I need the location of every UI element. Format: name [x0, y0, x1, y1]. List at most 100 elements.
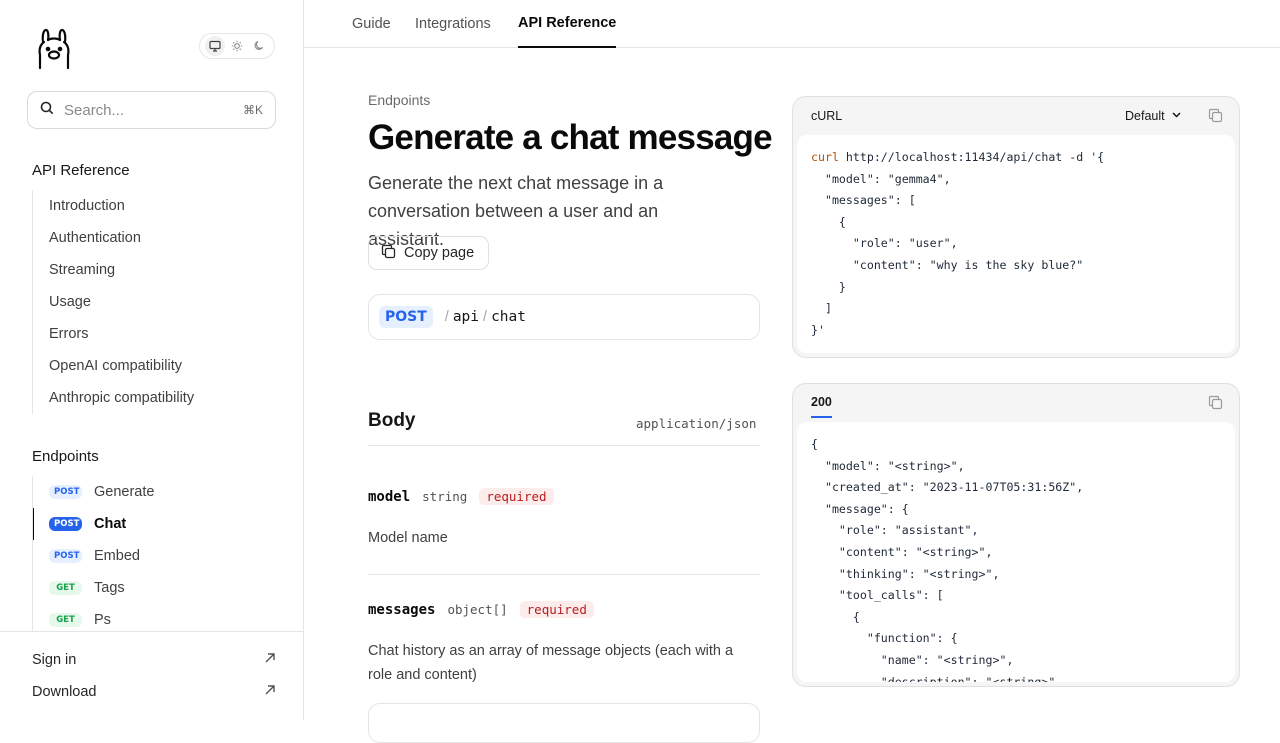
nav-list-api-reference: Introduction Authentication Streaming Us… [32, 190, 280, 414]
sidebar-footer: Sign in Download [0, 631, 303, 720]
path-separator: / [483, 309, 488, 325]
method-badge: POST [49, 549, 82, 563]
copy-code-icon[interactable] [1208, 108, 1223, 128]
monitor-icon[interactable] [205, 36, 225, 56]
sidebar-item-authentication[interactable]: Authentication [33, 222, 280, 254]
code-keyword: curl [811, 150, 839, 164]
ollama-logo-icon[interactable] [36, 28, 72, 70]
divider [368, 574, 760, 575]
required-badge: required [519, 601, 594, 618]
copy-page-label: Copy page [404, 245, 475, 261]
copy-icon [381, 244, 396, 263]
param-model: model string required [368, 488, 554, 505]
method-badge: POST [49, 485, 82, 499]
nav-section-endpoints: Endpoints [32, 448, 99, 465]
search-input[interactable]: Search... ⌘K [27, 91, 276, 129]
path-segment: api [452, 309, 480, 325]
child-attributes-toggle[interactable] [368, 703, 760, 743]
sidebar-item-errors[interactable]: Errors [33, 318, 280, 350]
endpoint-bar[interactable]: POST / api / chat [368, 294, 760, 340]
chevron-down-icon [1171, 109, 1182, 123]
request-code-line: curl http://localhost:11434/api/chat -d … [811, 150, 1105, 164]
theme-switcher[interactable] [199, 33, 275, 59]
request-code-line: ] [811, 301, 832, 316]
tab-guide[interactable]: Guide [352, 0, 391, 48]
request-code-line: { [811, 214, 846, 229]
search-placeholder: Search... [64, 101, 125, 119]
copy-code-icon[interactable] [1208, 395, 1223, 415]
http-method-badge: POST [379, 306, 433, 328]
response-code-line: "role": "assistant", [811, 523, 979, 538]
method-badge: GET [49, 581, 82, 595]
request-code-panel: cURL Default curl http://localhost:11434… [792, 96, 1240, 358]
sidebar-item-label: Ps [94, 612, 111, 628]
response-code-panel: 200 { "model": "<string>", "created_at":… [792, 383, 1240, 687]
page-title: Generate a chat message [368, 118, 773, 157]
request-code-line: } [811, 279, 846, 294]
request-code-body: curl http://localhost:11434/api/chat -d … [797, 135, 1235, 353]
divider [368, 445, 760, 446]
response-code-line: "name": "<string>", [811, 652, 1014, 667]
nav-section-api-reference: API Reference [32, 162, 130, 179]
method-badge: GET [49, 613, 82, 627]
response-code-line: "message": { [811, 501, 909, 516]
sidebar-item-chat[interactable]: POST Chat [33, 508, 280, 540]
request-code-line: "content": "why is the sky blue?" [811, 257, 1084, 272]
param-name: messages [368, 601, 436, 618]
sun-icon[interactable] [227, 36, 247, 56]
download-link[interactable]: Download [32, 684, 276, 700]
breadcrumb[interactable]: Endpoints [368, 92, 430, 108]
response-code: { "model": "<string>", "created_at": "20… [797, 422, 1235, 682]
path-separator: / [444, 309, 449, 325]
param-type: string [422, 489, 468, 504]
response-code-line: { [811, 609, 860, 624]
param-name: model [368, 488, 411, 505]
path-segment: chat [491, 309, 526, 325]
nav-list-endpoints: POST Generate POST Chat POST Embed GET T… [32, 476, 280, 632]
tab-integrations[interactable]: Integrations [415, 0, 491, 48]
search-shortcut: ⌘K [242, 103, 263, 117]
required-badge: required [479, 488, 554, 505]
tab-api-reference[interactable]: API Reference [518, 0, 617, 48]
request-panel-header: cURL Default [793, 97, 1239, 135]
sidebar-item-usage[interactable]: Usage [33, 286, 280, 318]
variant-label: Default [1125, 109, 1165, 123]
sidebar-item-embed[interactable]: POST Embed [33, 540, 280, 572]
sidebar-item-introduction[interactable]: Introduction [33, 190, 280, 222]
sidebar-item-label: Embed [94, 548, 140, 564]
status-tab-200[interactable]: 200 [811, 395, 832, 418]
top-nav: Guide Integrations API Reference [304, 0, 1280, 48]
param-description: Chat history as an array of message obje… [368, 643, 734, 683]
content-type-label: application/json [636, 416, 757, 431]
response-code-line: "description": "<string>", [811, 674, 1063, 682]
sidebar: Search... ⌘K API Reference Introduction … [0, 0, 304, 720]
download-label: Download [32, 684, 97, 700]
response-code-line: "content": "<string>", [811, 544, 993, 559]
sidebar-item-openai-compatibility[interactable]: OpenAI compatibility [33, 350, 280, 382]
param-messages: messages object[] required [368, 601, 594, 618]
method-badge: POST [49, 517, 82, 531]
sidebar-item-streaming[interactable]: Streaming [33, 254, 280, 286]
variant-dropdown[interactable]: Default [1125, 109, 1182, 123]
search-icon [40, 101, 54, 120]
sidebar-item-generate[interactable]: POST Generate [33, 476, 280, 508]
request-code-line: "model": "gemma4", [811, 171, 951, 186]
response-code-line: "created_at": "2023-11-07T05:31:56Z", [811, 480, 1084, 495]
sidebar-item-ps[interactable]: GET Ps [33, 604, 280, 632]
arrow-up-right-icon [264, 684, 276, 700]
moon-icon[interactable] [249, 36, 269, 56]
sidebar-item-anthropic-compatibility[interactable]: Anthropic compatibility [33, 382, 280, 414]
sidebar-item-label: Tags [94, 580, 125, 596]
sign-in-link[interactable]: Sign in [32, 652, 276, 668]
arrow-up-right-icon [264, 652, 276, 668]
response-code-line: "thinking": "<string>", [811, 566, 1000, 581]
response-code-line: { [811, 437, 818, 451]
response-code-line: "function": { [811, 631, 958, 646]
sidebar-item-tags[interactable]: GET Tags [33, 572, 280, 604]
request-code: curl http://localhost:11434/api/chat -d … [797, 135, 1235, 341]
body-section-title: Body [368, 410, 416, 431]
sign-in-label: Sign in [32, 652, 77, 668]
code-language-label: cURL [811, 109, 843, 123]
copy-page-button[interactable]: Copy page [368, 236, 489, 270]
request-code-line: "role": "user", [811, 236, 958, 251]
